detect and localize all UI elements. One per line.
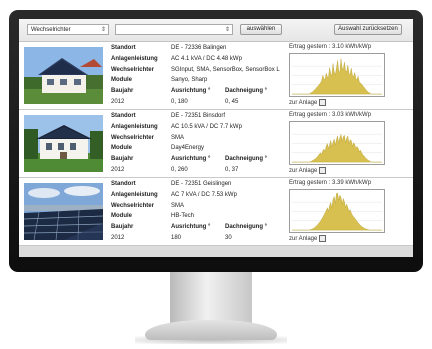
ausrichtung-value: 180 xyxy=(171,234,182,241)
monitor-screen: Wechselrichter ⇕ ⇕ auswählen Auswahl zur… xyxy=(19,19,413,257)
to-plant-label: zur Anlage xyxy=(289,100,318,107)
label-anlagenleistung: Anlagenleistung xyxy=(111,123,158,130)
wechselrichter-value: SMA xyxy=(171,134,185,141)
to-plant-link[interactable]: zur Anlage xyxy=(289,99,327,107)
yield-chart xyxy=(289,121,385,165)
yield-area xyxy=(291,133,383,163)
standort-value: DE - 72351 Binsdorf xyxy=(171,113,226,119)
plant-details: Standort DE - 72351 Binsdorf Anlagenleist… xyxy=(111,111,281,176)
monitor-stand-neck xyxy=(170,272,252,327)
label-dachneigung: Dachneigung ° xyxy=(225,224,268,231)
label-ausrichtung: Ausrichtung ° xyxy=(171,224,211,231)
wechselrichter-value: SMA xyxy=(171,202,185,209)
plant-row: Standort DE - 72351 Geislingen Anlagenlei… xyxy=(19,178,413,246)
external-link-icon xyxy=(319,99,327,106)
to-plant-label: zur Anlage xyxy=(289,168,318,175)
label-module: Module xyxy=(111,77,132,84)
dachneigung-value: 0, 45 xyxy=(225,98,239,105)
label-wechselrichter: Wechselrichter xyxy=(111,66,154,73)
standort-value: DE - 72351 Geislingen xyxy=(171,181,232,187)
wechselrichter-value: SGInput, SMA, SensorBox, SensorBox L xyxy=(171,66,280,73)
yield-area xyxy=(291,58,383,95)
module-value: HB-Tech xyxy=(171,213,195,220)
to-plant-link[interactable]: zur Anlage xyxy=(289,167,327,175)
yield-yesterday: Ertrag gestern : 3.39 kWh/kWp xyxy=(289,180,372,186)
label-standort: Standort xyxy=(111,113,136,119)
plant-photo[interactable] xyxy=(24,47,103,104)
plant-row: Standort DE - 72336 Balingen Anlagenleist… xyxy=(19,42,413,110)
label-dachneigung: Dachneigung ° xyxy=(225,156,268,163)
to-plant-label: zur Anlage xyxy=(289,236,318,243)
standort-value: DE - 72336 Balingen xyxy=(171,45,227,51)
yield-chart xyxy=(289,53,385,97)
label-dachneigung: Dachneigung ° xyxy=(225,88,268,95)
label-module: Module xyxy=(111,213,132,220)
label-module: Module xyxy=(111,145,132,152)
ausrichtung-value: 0, 260 xyxy=(171,166,188,173)
module-value: Day4Energy xyxy=(171,145,205,152)
leistung-value: AC 4.1 kVA / DC 4.48 kWp xyxy=(171,55,242,62)
plant-details: Standort DE - 72351 Geislingen Anlagenlei… xyxy=(111,179,281,244)
ausrichtung-value: 0, 180 xyxy=(171,98,188,105)
baujahr-value: 2012 xyxy=(111,234,125,241)
label-baujahr: Baujahr xyxy=(111,224,134,231)
dachneigung-value: 30 xyxy=(225,234,232,241)
select-button[interactable]: auswählen xyxy=(240,24,282,35)
monitor-stand-foot xyxy=(145,320,277,340)
external-link-icon xyxy=(319,235,327,242)
plant-row: Standort DE - 72351 Binsdorf Anlagenleist… xyxy=(19,110,413,178)
reset-selection-button[interactable]: Auswahl zurücksetzen xyxy=(334,24,402,35)
label-anlagenleistung: Anlagenleistung xyxy=(111,55,158,62)
leistung-value: AC 10.5 kVA / DC 7.7 kWp xyxy=(171,123,242,130)
dropdown-arrow-icon: ⇕ xyxy=(100,27,106,33)
plant-details: Standort DE - 72336 Balingen Anlagenleist… xyxy=(111,43,281,108)
label-wechselrichter: Wechselrichter xyxy=(111,134,154,141)
label-ausrichtung: Ausrichtung ° xyxy=(171,156,211,163)
leistung-value: AC 7 kVA / DC 7.53 kWp xyxy=(171,191,237,198)
baujahr-value: 2012 xyxy=(111,98,125,105)
label-baujahr: Baujahr xyxy=(111,88,134,95)
label-anlagenleistung: Anlagenleistung xyxy=(111,191,158,198)
label-standort: Standort xyxy=(111,45,136,51)
yield-yesterday: Ertrag gestern : 3.10 kWh/kWp xyxy=(289,44,372,50)
yield-yesterday: Ertrag gestern : 3.03 kWh/kWp xyxy=(289,112,372,118)
filter-type-value: Wechselrichter xyxy=(31,27,71,33)
label-ausrichtung: Ausrichtung ° xyxy=(171,88,211,95)
module-value: Sanyo, Sharp xyxy=(171,77,208,84)
filter-value-select[interactable]: ⇕ xyxy=(115,24,233,35)
filter-type-select[interactable]: Wechselrichter ⇕ xyxy=(27,24,109,35)
dropdown-arrow-icon: ⇕ xyxy=(224,27,230,33)
filter-toolbar: Wechselrichter ⇕ ⇕ auswählen Auswahl zur… xyxy=(19,19,413,42)
external-link-icon xyxy=(319,167,327,174)
plant-photo[interactable] xyxy=(24,183,103,240)
label-standort: Standort xyxy=(111,181,136,187)
label-wechselrichter: Wechselrichter xyxy=(111,202,154,209)
to-plant-link[interactable]: zur Anlage xyxy=(289,235,327,243)
plant-photo[interactable] xyxy=(24,115,103,172)
dachneigung-value: 0, 37 xyxy=(225,166,239,173)
label-baujahr: Baujahr xyxy=(111,156,134,163)
yield-chart xyxy=(289,189,385,233)
baujahr-value: 2012 xyxy=(111,166,125,173)
